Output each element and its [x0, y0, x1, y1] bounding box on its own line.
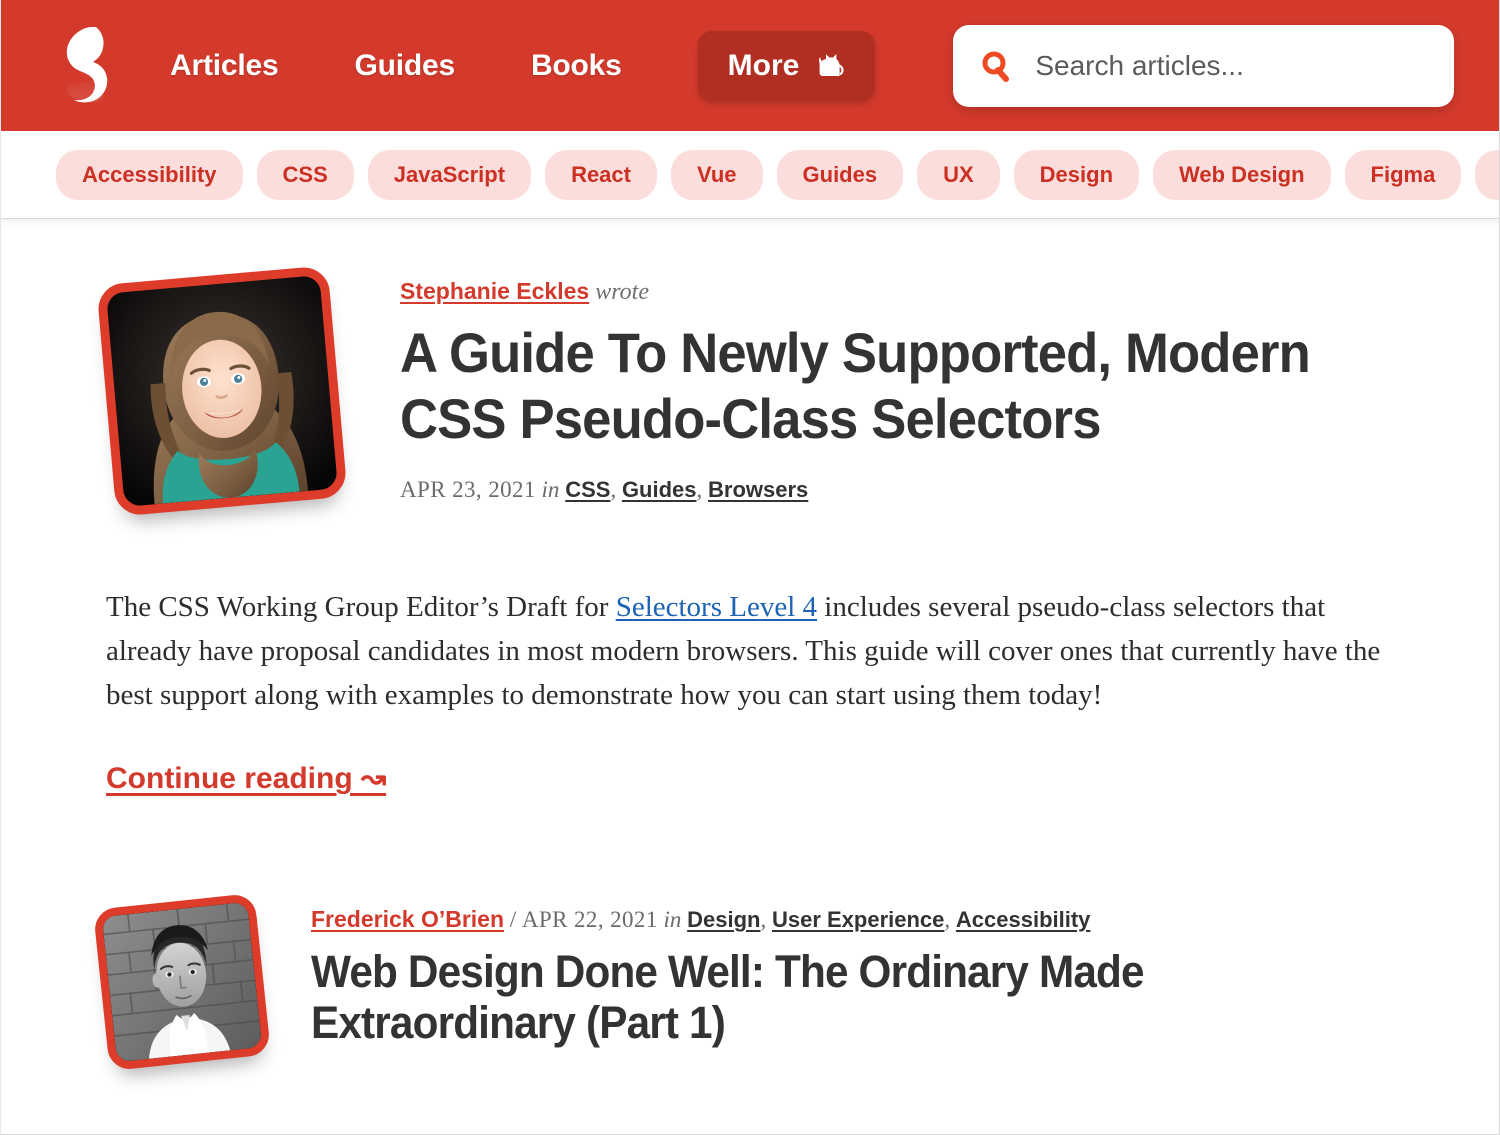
- excerpt-link-selectors-level-4[interactable]: Selectors Level 4: [616, 591, 817, 623]
- tag-guides[interactable]: Guides: [776, 149, 904, 200]
- article-body: Stephanie Eckles wrote A Guide To Newly …: [338, 218, 1410, 503]
- tag-figma[interactable]: Figma: [1344, 149, 1462, 200]
- publish-date: APR 23, 2021: [400, 477, 536, 503]
- meta-separator: /: [509, 907, 517, 933]
- author-link[interactable]: Stephanie Eckles: [400, 278, 589, 304]
- excerpt-text-before: The CSS Working Group Editor’s Draft for: [106, 591, 616, 623]
- category-link-user-experience[interactable]: User Experience: [772, 907, 944, 932]
- meta-in-word: in: [541, 477, 560, 503]
- avatar[interactable]: [96, 265, 348, 517]
- more-button[interactable]: More: [697, 30, 876, 101]
- article-meta: Frederick O’Brien / APR 22, 2021 in Desi…: [311, 906, 1231, 933]
- tag-css[interactable]: CSS: [256, 149, 354, 200]
- tag-web-design[interactable]: Web Design: [1153, 149, 1331, 200]
- meta-comma: ,: [696, 477, 703, 503]
- avatar[interactable]: [92, 893, 272, 1072]
- tag-design[interactable]: Design: [1013, 149, 1140, 200]
- nav-item-articles[interactable]: Articles: [170, 39, 279, 93]
- tag-javascript[interactable]: JavaScript: [367, 149, 532, 200]
- nav-item-books[interactable]: Books: [531, 39, 622, 93]
- category-link-guides[interactable]: Guides: [622, 477, 697, 502]
- article-title[interactable]: Web Design Done Well: The Ordinary Made …: [311, 946, 1176, 1049]
- tag-react[interactable]: React: [545, 149, 657, 200]
- search-box[interactable]: [953, 24, 1454, 107]
- cat-icon: [813, 48, 849, 84]
- nav-item-guides[interactable]: Guides: [354, 39, 455, 93]
- article-title[interactable]: A Guide To Newly Supported, Modern CSS P…: [400, 320, 1349, 451]
- meta-comma: ,: [944, 907, 951, 933]
- tag-ux[interactable]: UX: [917, 149, 1000, 200]
- continue-reading-link[interactable]: Continue reading ↝: [106, 761, 386, 796]
- tag-bar-wrapper: Accessibility CSS JavaScript React Vue G…: [1, 131, 1499, 228]
- article-body: Frederick O’Brien / APR 22, 2021 in Desi…: [263, 894, 1231, 1049]
- tag-vue[interactable]: Vue: [670, 149, 763, 200]
- byline-suffix: wrote: [595, 279, 649, 305]
- article-excerpt: The CSS Working Group Editor’s Draft for…: [106, 585, 1411, 717]
- more-button-label: More: [727, 48, 800, 82]
- search-icon: [979, 49, 1013, 83]
- article-header: Frederick O’Brien / APR 22, 2021 in Desi…: [1, 893, 1499, 1072]
- browser-viewport: Articles Guides Books More Search articl…: [0, 0, 1500, 1135]
- search-input[interactable]: [1033, 48, 1428, 83]
- primary-nav: Articles Guides Books More: [170, 30, 953, 101]
- article-header: Stephanie Eckles wrote A Guide To Newly …: [1, 218, 1499, 517]
- tag-bar[interactable]: Accessibility CSS JavaScript React Vue G…: [1, 131, 1499, 218]
- site-header: Articles Guides Books More: [1, 0, 1499, 131]
- article-item: Frederick O’Brien / APR 22, 2021 in Desi…: [1, 893, 1499, 1072]
- author-link[interactable]: Frederick O’Brien: [311, 906, 504, 932]
- tag-wallpapers[interactable]: Wal: [1475, 149, 1499, 200]
- category-link-design[interactable]: Design: [687, 907, 760, 932]
- article-meta: APR 23, 2021 in CSS, Guides, Browsers: [400, 477, 1410, 503]
- category-link-css[interactable]: CSS: [565, 477, 610, 502]
- tag-accessibility[interactable]: Accessibility: [56, 149, 243, 200]
- meta-comma: ,: [760, 907, 767, 933]
- byline: Stephanie Eckles wrote: [400, 278, 1410, 306]
- meta-in-word: in: [663, 907, 682, 933]
- article-list: Stephanie Eckles wrote A Guide To Newly …: [1, 218, 1499, 1072]
- meta-comma: ,: [610, 477, 617, 503]
- article-item-featured: Stephanie Eckles wrote A Guide To Newly …: [1, 218, 1499, 796]
- publish-date: APR 22, 2021: [521, 907, 658, 933]
- category-link-browsers[interactable]: Browsers: [708, 477, 808, 502]
- smashing-magazine-logo[interactable]: [56, 25, 118, 103]
- category-link-accessibility[interactable]: Accessibility: [956, 907, 1091, 932]
